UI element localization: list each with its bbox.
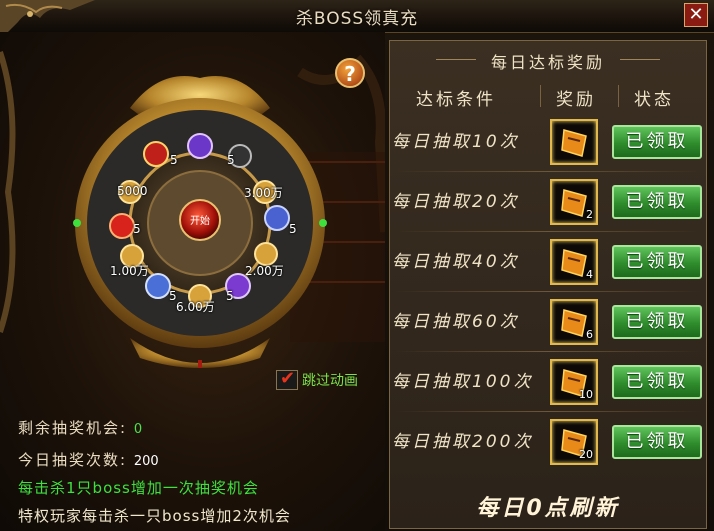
reward-count: 20 xyxy=(579,448,593,461)
prize-label: 1.00万 xyxy=(110,264,149,278)
close-button[interactable]: ✕ xyxy=(684,3,708,27)
remaining-chances: 剩余抽奖机会: 0 xyxy=(18,417,142,438)
rewards-title: 每日达标奖励 xyxy=(490,53,605,72)
reward-row: 每日抽取200次 20 已领取 xyxy=(390,413,706,471)
today-draws: 今日抽奖次数: 200 xyxy=(18,449,159,470)
daily-refresh-note: 每日0点刷新 xyxy=(476,496,620,521)
reward-slot[interactable]: 2 xyxy=(550,179,598,225)
prize-label: 2.00万 xyxy=(245,264,284,278)
check-icon: ✔ xyxy=(280,368,296,389)
row-divider xyxy=(396,171,700,172)
claimed-button[interactable]: 已领取 xyxy=(612,125,702,159)
reward-slot[interactable] xyxy=(550,119,598,165)
row-divider xyxy=(396,231,700,232)
reward-row: 每日抽取100次 10 已领取 xyxy=(390,353,706,411)
row-divider xyxy=(396,351,700,352)
header-divider xyxy=(618,85,619,107)
claimed-button[interactable]: 已领取 xyxy=(612,365,702,399)
reward-count: 10 xyxy=(579,388,593,401)
row-condition: 每日抽取40次 xyxy=(392,252,520,272)
reward-slot[interactable]: 6 xyxy=(550,299,598,345)
prize-label: 6.00万 xyxy=(176,300,215,314)
header-condition: 达标条件 xyxy=(416,90,496,110)
reward-count: 4 xyxy=(586,268,593,281)
reward-slot[interactable]: 10 xyxy=(550,359,598,405)
reward-slot[interactable]: 20 xyxy=(550,419,598,465)
reward-row: 每日抽取10次 已领取 xyxy=(390,113,706,171)
header-reward: 奖励 xyxy=(556,90,596,110)
prize-label: 3.00万 xyxy=(244,186,283,200)
row-divider xyxy=(396,411,700,412)
daily-rewards-panel: 每日达标奖励 达标条件 奖励 状态 每日抽取10次 已领取 每日抽取20次 2 … xyxy=(389,40,707,529)
ticket-icon xyxy=(561,129,587,157)
claimed-button[interactable]: 已领取 xyxy=(612,185,702,219)
reward-count: 6 xyxy=(586,328,593,341)
skip-animation-checkbox[interactable]: ✔ xyxy=(276,368,298,390)
claimed-button[interactable]: 已领取 xyxy=(612,305,702,339)
claimed-button[interactable]: 已领取 xyxy=(612,425,702,459)
row-condition: 每日抽取100次 xyxy=(392,372,534,392)
skip-animation-label: 跳过动画 xyxy=(302,373,358,389)
reward-slot[interactable]: 4 xyxy=(550,239,598,285)
title-bar: 杀BOSS领真充 ✕ xyxy=(0,0,714,40)
row-condition: 每日抽取20次 xyxy=(392,192,520,212)
claimed-button[interactable]: 已领取 xyxy=(612,245,702,279)
reward-count: 2 xyxy=(586,208,593,221)
row-divider xyxy=(396,291,700,292)
game-window: 杀BOSS领真充 ✕ ? 开始 5 5 5000 3.00万 5 5 1.00万… xyxy=(0,0,714,531)
remaining-label: 剩余抽奖机会: xyxy=(18,419,128,437)
prize-label: 5000 xyxy=(117,184,148,198)
lottery-wheel: 开始 xyxy=(73,76,327,368)
reward-row: 每日抽取20次 2 已领取 xyxy=(390,173,706,231)
row-condition: 每日抽取200次 xyxy=(392,432,534,452)
prize-label: 5 xyxy=(133,222,141,236)
today-value: 200 xyxy=(133,454,159,469)
skip-animation-toggle[interactable]: ✔ 跳过动画 xyxy=(276,368,358,390)
prize-label: 5 xyxy=(170,153,178,167)
reward-row: 每日抽取60次 6 已领取 xyxy=(390,293,706,351)
prize-label: 5 xyxy=(226,289,234,303)
header-divider xyxy=(540,85,541,107)
window-title: 杀BOSS领真充 xyxy=(295,9,419,29)
today-label: 今日抽奖次数: xyxy=(18,451,128,469)
start-button-label[interactable]: 开始 xyxy=(190,214,210,227)
header-status: 状态 xyxy=(634,90,674,110)
privilege-bonus-note: 特权玩家每击杀一只boss增加2次机会 xyxy=(18,507,291,525)
reward-row: 每日抽取40次 4 已领取 xyxy=(390,233,706,291)
prize-label: 5 xyxy=(227,153,235,167)
remaining-value: 0 xyxy=(133,422,143,437)
row-condition: 每日抽取60次 xyxy=(392,312,520,332)
title-divider xyxy=(620,59,660,60)
row-condition: 每日抽取10次 xyxy=(392,132,520,152)
prize-label: 5 xyxy=(289,222,297,236)
kill-bonus-note: 每击杀1只boss增加一次抽奖机会 xyxy=(18,479,259,497)
